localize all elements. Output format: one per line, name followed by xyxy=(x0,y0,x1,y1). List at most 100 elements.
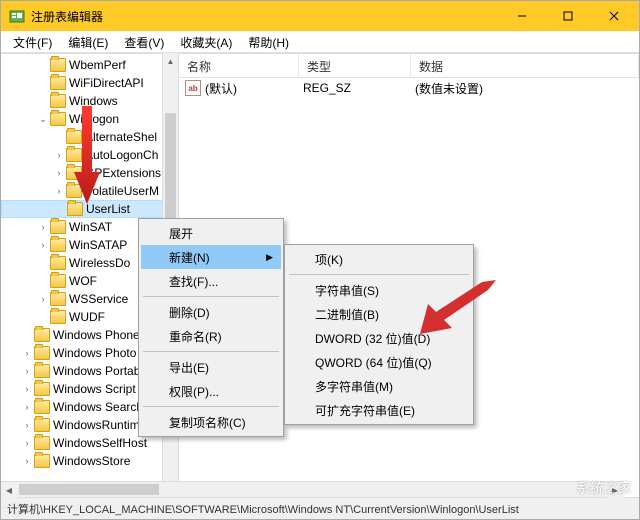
chevron-right-icon[interactable]: › xyxy=(21,383,33,395)
folder-icon xyxy=(66,184,82,198)
col-type[interactable]: 类型 xyxy=(299,54,411,77)
chevron-down-icon[interactable]: ⌄ xyxy=(37,113,49,125)
menu-item[interactable]: 字符串值(S) xyxy=(287,278,471,302)
horizontal-scrollbar[interactable]: ◀ ▶ xyxy=(1,481,623,497)
scroll-left-icon[interactable]: ◀ xyxy=(1,482,17,498)
tree-node-Windows[interactable]: Windows xyxy=(1,92,178,110)
folder-icon xyxy=(50,292,66,306)
node-label: WSService xyxy=(69,292,128,306)
node-label: WOF xyxy=(69,274,97,288)
menu-item[interactable]: DWORD (32 位)值(D) xyxy=(287,326,471,350)
tree-node-AutoLogonCh[interactable]: › AutoLogonCh xyxy=(1,146,178,164)
menu-item[interactable]: 新建(N)▶ xyxy=(141,245,281,269)
folder-icon xyxy=(50,112,66,126)
spacer xyxy=(54,203,66,215)
menu-3[interactable]: 收藏夹(A) xyxy=(172,31,240,52)
chevron-right-icon[interactable]: › xyxy=(53,149,65,161)
tree-node-Winlogon[interactable]: ⌄Winlogon xyxy=(1,110,178,128)
menu-1[interactable]: 编辑(E) xyxy=(60,31,116,52)
list-header: 名称 类型 数据 xyxy=(179,54,639,78)
maximize-button[interactable] xyxy=(545,1,591,31)
menu-item[interactable]: 可扩充字符串值(E) xyxy=(287,398,471,422)
separator xyxy=(143,406,279,407)
submenu-arrow-icon: ▶ xyxy=(266,252,273,263)
value-name: (默认) xyxy=(205,80,303,97)
folder-icon xyxy=(50,238,66,252)
value-data: (数值未设置) xyxy=(415,80,483,97)
menu-item[interactable]: 删除(D) xyxy=(141,300,281,324)
tree-node-VolatileUserM[interactable]: › VolatileUserM xyxy=(1,182,178,200)
scroll-right-icon[interactable]: ▶ xyxy=(607,482,623,498)
col-name[interactable]: 名称 xyxy=(179,54,299,77)
folder-icon xyxy=(34,328,50,342)
value-type: REG_SZ xyxy=(303,81,415,95)
folder-icon xyxy=(66,148,82,162)
menu-item[interactable]: 权限(P)... xyxy=(141,379,281,403)
context-submenu-new[interactable]: 项(K) 字符串值(S)二进制值(B)DWORD (32 位)值(D)QWORD … xyxy=(284,244,474,425)
node-label: AlternateShel xyxy=(85,130,157,144)
menu-item[interactable]: 二进制值(B) xyxy=(287,302,471,326)
tree-node-GPExtensions[interactable]: › GPExtensions xyxy=(1,164,178,182)
menu-item[interactable]: 复制项名称(C) xyxy=(141,410,281,434)
minimize-button[interactable] xyxy=(499,1,545,31)
node-label: VolatileUserM xyxy=(85,184,159,198)
menu-item[interactable]: 展开 xyxy=(141,221,281,245)
folder-icon xyxy=(50,220,66,234)
folder-icon xyxy=(50,310,66,324)
close-button[interactable] xyxy=(591,1,637,31)
tree-node-UserList[interactable]: UserList xyxy=(1,200,178,218)
menu-item[interactable]: 重命名(R) xyxy=(141,324,281,348)
chevron-right-icon[interactable]: › xyxy=(37,293,49,305)
folder-icon xyxy=(66,166,82,180)
statusbar: 计算机\HKEY_LOCAL_MACHINE\SOFTWARE\Microsof… xyxy=(1,497,639,519)
chevron-right-icon[interactable]: › xyxy=(37,221,49,233)
chevron-right-icon[interactable]: › xyxy=(21,455,33,467)
app-icon xyxy=(9,8,25,24)
chevron-right-icon[interactable]: › xyxy=(21,419,33,431)
menu-4[interactable]: 帮助(H) xyxy=(240,31,297,52)
col-data[interactable]: 数据 xyxy=(411,54,639,77)
node-label: AutoLogonCh xyxy=(85,148,158,162)
menu-0[interactable]: 文件(F) xyxy=(5,31,60,52)
chevron-right-icon[interactable]: › xyxy=(21,437,33,449)
tree-node-WindowsStore[interactable]: ›WindowsStore xyxy=(1,452,178,470)
folder-icon xyxy=(34,418,50,432)
chevron-right-icon[interactable]: › xyxy=(21,347,33,359)
folder-icon xyxy=(34,364,50,378)
menu-item[interactable]: QWORD (64 位)值(Q) xyxy=(287,350,471,374)
chevron-right-icon[interactable]: › xyxy=(21,365,33,377)
node-label: WirelessDo xyxy=(69,256,130,270)
separator xyxy=(289,274,469,275)
chevron-right-icon[interactable]: › xyxy=(53,185,65,197)
tree-node-AlternateShel[interactable]: AlternateShel xyxy=(1,128,178,146)
chevron-right-icon[interactable]: › xyxy=(37,239,49,251)
chevron-right-icon[interactable]: › xyxy=(21,401,33,413)
tree-node-WiFiDirectAPI[interactable]: WiFiDirectAPI xyxy=(1,74,178,92)
folder-icon xyxy=(34,382,50,396)
folder-icon xyxy=(50,58,66,72)
menu-2[interactable]: 查看(V) xyxy=(116,31,172,52)
chevron-right-icon[interactable]: › xyxy=(53,167,65,179)
menu-item[interactable]: 项(K) xyxy=(287,247,471,271)
folder-icon xyxy=(50,274,66,288)
node-label: Windows Photo xyxy=(53,346,136,360)
node-label: Windows xyxy=(69,94,118,108)
scroll-up-icon[interactable]: ▲ xyxy=(163,53,178,69)
folder-icon xyxy=(34,436,50,450)
spacer xyxy=(21,329,33,341)
scroll-h-thumb[interactable] xyxy=(19,484,159,495)
menu-item[interactable]: 导出(E) xyxy=(141,355,281,379)
node-label: Windows Search xyxy=(53,400,143,414)
node-label: GPExtensions xyxy=(85,166,161,180)
menu-item[interactable]: 多字符串值(M) xyxy=(287,374,471,398)
node-label: WUDF xyxy=(69,310,105,324)
menu-item[interactable]: 查找(F)... xyxy=(141,269,281,293)
titlebar[interactable]: 注册表编辑器 xyxy=(1,1,639,31)
node-label: WindowsRuntime xyxy=(53,418,146,432)
node-label: WinSAT xyxy=(69,220,112,234)
value-row[interactable]: ab(默认)REG_SZ(数值未设置) xyxy=(179,78,639,98)
context-menu[interactable]: 展开新建(N)▶查找(F)... 删除(D)重命名(R) 导出(E)权限(P)...… xyxy=(138,218,284,437)
folder-icon xyxy=(34,400,50,414)
tree-node-WbemPerf[interactable]: WbemPerf xyxy=(1,56,178,74)
node-label: WinSATAP xyxy=(69,238,127,252)
